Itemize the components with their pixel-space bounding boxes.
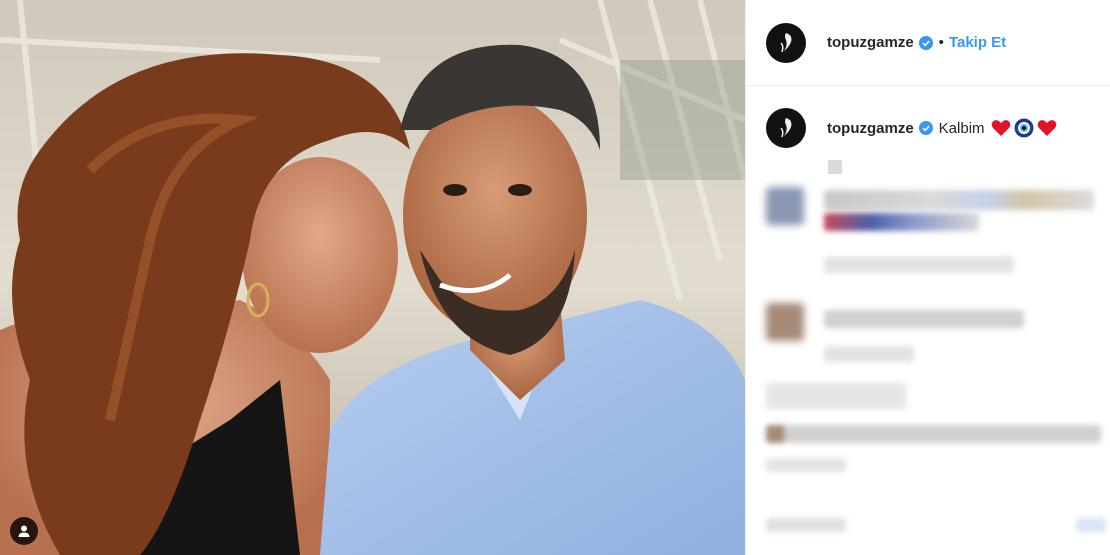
comment-meta-pixelated	[824, 346, 914, 362]
action-icons-pixelated	[766, 383, 906, 409]
user-tag-icon[interactable]	[10, 517, 38, 545]
caption-emojis	[991, 118, 1057, 138]
separator-dot: •	[938, 34, 944, 51]
caption: topuzgamze Kalbim	[746, 86, 1110, 148]
red-heart-icon	[991, 120, 1010, 136]
nazar-amulet-icon	[1014, 118, 1034, 138]
instagram-post: topuzgamze • Takip Et topuzgamze Kalbim	[0, 0, 1110, 555]
comment-meta-pixelated	[824, 257, 1014, 273]
date-pixelated	[766, 458, 846, 472]
caption-text: Kalbim	[938, 119, 985, 137]
avatar[interactable]	[766, 22, 806, 63]
comment-avatar	[766, 187, 804, 225]
caption-timestamp-pixelated	[828, 160, 842, 174]
profile-logo-icon	[780, 32, 792, 52]
follow-button[interactable]: Takip Et	[949, 34, 1006, 51]
caption-avatar[interactable]	[766, 108, 806, 148]
post-header: topuzgamze • Takip Et	[746, 0, 1110, 86]
post-button-pixelated	[1076, 518, 1106, 532]
caption-username-link[interactable]: topuzgamze	[827, 120, 914, 137]
post-photo[interactable]	[0, 0, 745, 555]
comment-avatar	[766, 303, 804, 341]
red-heart-icon	[1037, 120, 1056, 136]
comment-text-pixelated	[824, 213, 979, 231]
comment-text-pixelated	[824, 190, 1094, 210]
verified-badge-icon	[918, 35, 933, 50]
add-comment-pixelated	[766, 518, 846, 532]
username-link[interactable]: topuzgamze	[827, 34, 914, 51]
couple-photo-illustration	[0, 0, 745, 555]
comment-text-pixelated	[824, 310, 1024, 328]
post-sidebar: topuzgamze • Takip Et topuzgamze Kalbim	[745, 0, 1110, 555]
likes-line-pixelated	[766, 425, 1101, 443]
profile-logo-icon	[780, 118, 792, 138]
verified-badge-icon	[918, 121, 933, 135]
